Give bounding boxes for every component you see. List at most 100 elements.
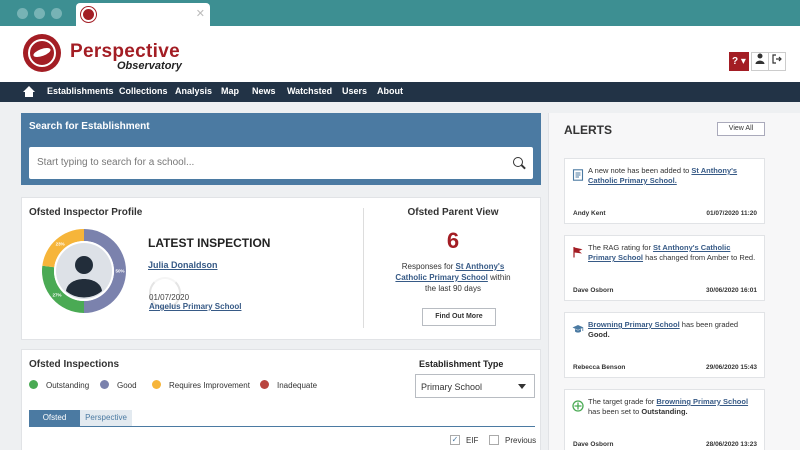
find-out-more-button[interactable]: Find Out More	[422, 308, 496, 326]
search-card-title: Search for Establishment	[29, 121, 150, 132]
logout-icon	[772, 54, 782, 64]
logout-button[interactable]	[768, 52, 786, 71]
donut-slice-label: 23%	[56, 241, 65, 246]
alert-message-text: The target grade for	[588, 397, 657, 406]
parent-view-count: 6	[446, 228, 460, 253]
legend-requires-improvement[interactable]: Requires Improvement	[152, 380, 250, 390]
help-menu-button[interactable]: ? ▾	[729, 52, 749, 71]
flag-icon	[573, 247, 583, 258]
alert-message-text: has been set to	[588, 407, 642, 416]
inspector-profile-card: Ofsted Inspector Profile 50% 27% 23% LATES…	[21, 197, 541, 340]
favicon-icon	[81, 7, 96, 22]
inspector-profile-title: Ofsted Inspector Profile	[29, 207, 143, 218]
window-maximize-dot[interactable]	[51, 8, 62, 19]
user-icon	[755, 53, 765, 64]
nav-item-collections[interactable]: Collections	[119, 86, 168, 96]
alert-user: Rebecca Benson	[573, 364, 626, 371]
tab-close-icon[interactable]: ✕	[196, 7, 205, 20]
alert-card[interactable]: The RAG rating for St Anthony's Catholic…	[564, 235, 765, 301]
alert-message-text: A new note has been added to	[588, 166, 692, 175]
donut-slice-label: 50%	[115, 269, 124, 274]
nav-item-about[interactable]: About	[377, 86, 403, 96]
note-icon	[572, 169, 584, 181]
perspective-logo-icon[interactable]	[23, 34, 61, 72]
search-box	[29, 147, 533, 179]
legend-dot-icon	[260, 380, 269, 390]
alert-message: The target grade for Browning Primary Sc…	[588, 397, 760, 417]
alert-timestamp: 30/06/2020 16:01	[706, 287, 757, 294]
site-header: Perspective Observatory ? ▾	[0, 26, 800, 82]
alert-message-text: has changed from Amber to Red.	[643, 253, 756, 262]
main-nav: Establishments Collections Analysis Map …	[0, 82, 800, 102]
legend-outstanding[interactable]: Outstanding	[29, 380, 90, 390]
legend-label: Good	[117, 381, 137, 390]
previous-checkbox[interactable]	[489, 435, 499, 445]
inspections-tabs: Ofsted Perspective	[29, 409, 535, 427]
alert-timestamp: 28/06/2020 13:23	[706, 441, 757, 448]
tab-ofsted[interactable]: Ofsted	[29, 410, 80, 426]
nav-item-analysis[interactable]: Analysis	[175, 86, 212, 96]
eif-checkbox[interactable]: ✓	[450, 435, 460, 445]
target-icon	[572, 400, 584, 412]
alert-school-link[interactable]: Browning Primary School	[656, 397, 748, 406]
legend-good[interactable]: Good	[100, 380, 137, 390]
alert-message-text: The RAG rating for	[588, 243, 654, 252]
alert-message: Browning Primary School has been graded …	[588, 320, 760, 340]
ofsted-inspections-title: Ofsted Inspections	[29, 359, 120, 370]
ofsted-inspections-card: Ofsted Inspections Outstanding Good Requ…	[21, 349, 541, 450]
alert-grade: Good.	[588, 330, 610, 339]
alert-user: Dave Osborn	[573, 441, 614, 448]
chevron-down-icon	[518, 384, 526, 389]
home-icon[interactable]	[23, 86, 35, 97]
alert-card[interactable]: Browning Primary School has been graded …	[564, 312, 765, 378]
browser-chrome: ✕	[0, 0, 800, 26]
nav-item-establishments[interactable]: Establishments	[47, 86, 114, 96]
alerts-panel: ALERTS View All A new note has been adde…	[548, 113, 800, 450]
search-establishment-card: Search for Establishment	[21, 113, 541, 185]
establishment-type-select[interactable]: Primary School	[415, 374, 535, 398]
donut-slice-label: 27%	[52, 292, 61, 297]
nav-item-news[interactable]: News	[252, 86, 276, 96]
inspection-school-link[interactable]: Angelus Primary School	[149, 302, 241, 311]
alert-message: The RAG rating for St Anthony's Catholic…	[588, 243, 760, 263]
alert-user: Andy Kent	[573, 210, 606, 217]
nav-item-map[interactable]: Map	[221, 86, 239, 96]
establishment-type-label: Establishment Type	[419, 359, 504, 369]
alert-school-link[interactable]: Browning Primary School	[588, 320, 680, 329]
alert-card[interactable]: A new note has been added to St Anthony'…	[564, 158, 765, 224]
view-all-alerts-button[interactable]: View All	[717, 122, 765, 136]
search-icon[interactable]	[513, 157, 523, 167]
alert-user: Dave Osborn	[573, 287, 614, 294]
eif-checkbox-label: EIF	[466, 436, 479, 445]
alert-message: A new note has been added to St Anthony'…	[588, 166, 760, 186]
nav-item-users[interactable]: Users	[342, 86, 367, 96]
inspector-name-link[interactable]: Julia Donaldson	[148, 260, 218, 270]
previous-checkbox-label: Previous	[505, 436, 537, 445]
legend-label: Inadequate	[277, 381, 318, 390]
graduation-cap-icon	[572, 325, 584, 333]
alert-timestamp: 29/06/2020 15:43	[706, 364, 757, 371]
legend-dot-icon	[152, 380, 161, 390]
parent-view-title: Ofsted Parent View	[407, 207, 499, 218]
latest-inspection-title: LATEST INSPECTION	[148, 236, 271, 250]
profile-divider	[363, 208, 364, 328]
alert-message-text: has been graded	[679, 320, 739, 329]
avatar-head-icon	[75, 256, 93, 274]
tab-perspective[interactable]: Perspective	[80, 410, 132, 426]
legend-dot-icon	[29, 380, 38, 390]
inspection-date: 01/07/2020	[149, 293, 190, 302]
window-close-dot[interactable]	[17, 8, 28, 19]
window-minimize-dot[interactable]	[34, 8, 45, 19]
alert-card[interactable]: The target grade for Browning Primary Sc…	[564, 389, 765, 450]
legend-label: Requires Improvement	[169, 381, 250, 390]
alert-grade: Outstanding.	[641, 407, 688, 416]
inspection-grade-donut-chart: 50% 27% 23%	[42, 229, 126, 313]
search-input[interactable]	[37, 147, 497, 177]
user-profile-button[interactable]	[751, 52, 769, 71]
browser-tab[interactable]: ✕	[76, 3, 210, 26]
legend-inadequate[interactable]: Inadequate	[260, 380, 318, 390]
establishment-type-value: Primary School	[421, 382, 483, 392]
nav-item-watchsted[interactable]: Watchsted	[287, 86, 332, 96]
legend-label: Outstanding	[46, 381, 90, 390]
legend-dot-icon	[100, 380, 109, 390]
